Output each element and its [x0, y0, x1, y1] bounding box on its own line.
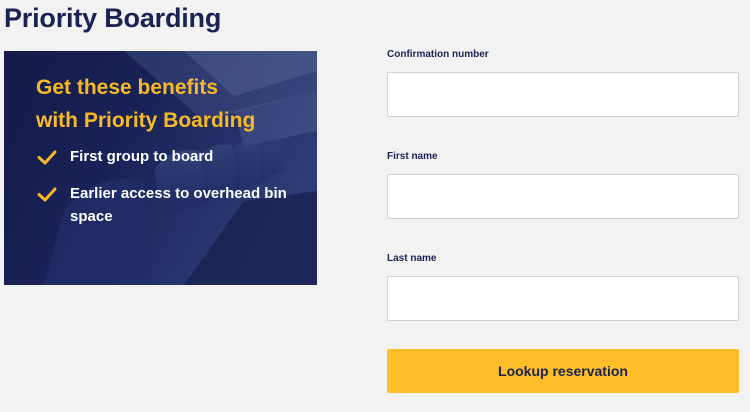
- last-name-label: Last name: [387, 253, 437, 264]
- confirmation-number-input[interactable]: [387, 72, 739, 117]
- benefits-content: Get these benefits with Priority Boardin…: [36, 71, 305, 228]
- check-icon: [37, 187, 57, 202]
- first-name-input[interactable]: [387, 174, 739, 219]
- benefits-panel: Get these benefits with Priority Boardin…: [4, 51, 317, 285]
- confirmation-number-label: Confirmation number: [387, 49, 489, 60]
- benefit-text: Earlier access to overhead bin space: [70, 185, 287, 225]
- benefits-heading: Get these benefits with Priority Boardin…: [36, 71, 305, 137]
- page-title: Priority Boarding: [4, 3, 222, 33]
- check-icon: [37, 150, 57, 165]
- benefit-item: Earlier access to overhead bin space: [36, 182, 305, 228]
- first-name-label: First name: [387, 151, 438, 162]
- benefits-heading-line2: with Priority Boarding: [36, 109, 256, 132]
- lookup-reservation-button[interactable]: Lookup reservation: [387, 349, 739, 393]
- benefit-item: First group to board: [36, 145, 305, 168]
- benefit-text: First group to board: [70, 148, 214, 165]
- last-name-input[interactable]: [387, 276, 739, 321]
- reservation-lookup-form: Confirmation number First name Last name: [387, 48, 740, 321]
- benefits-heading-line1: Get these benefits: [36, 76, 219, 99]
